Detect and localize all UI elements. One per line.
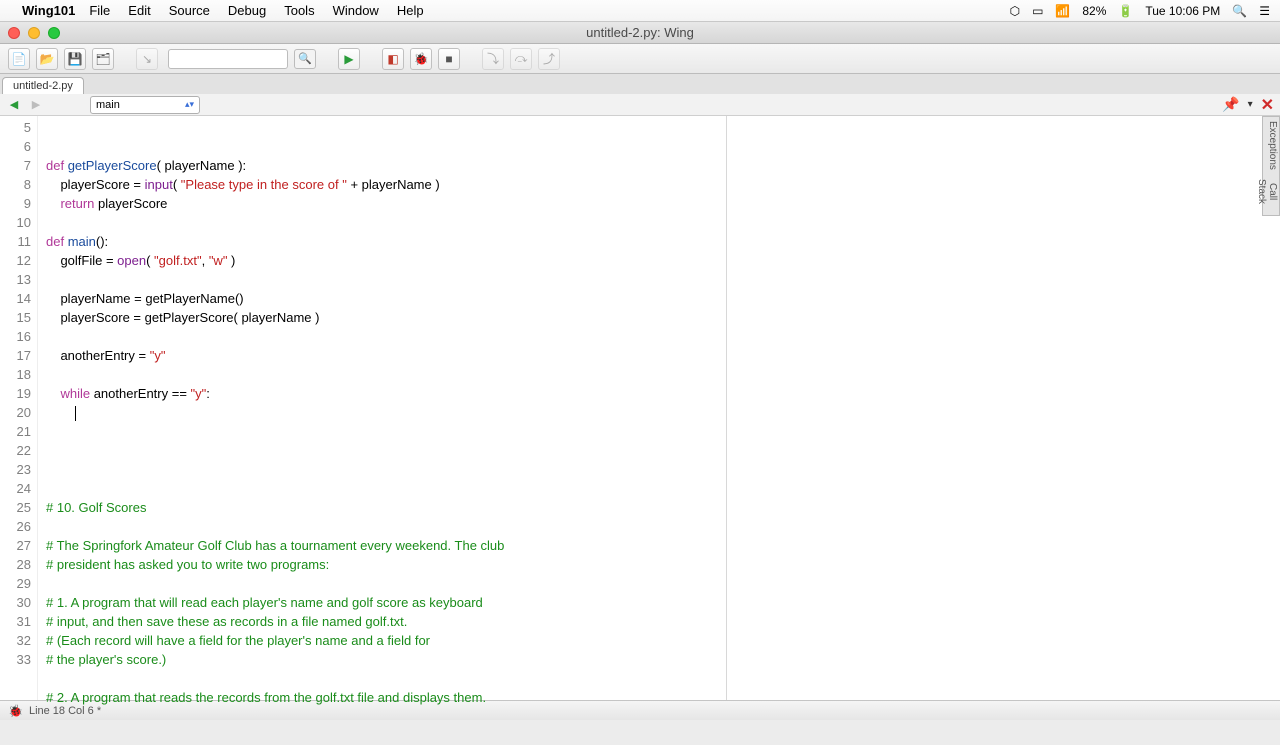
save-all-button[interactable]: 🗂 xyxy=(92,48,114,70)
toolbar: 📄 📂 💾 🗂 ↘ 🔍 ▶ ◧ 🐞 ■ ⤵ ⤼ ⤴ xyxy=(0,44,1280,74)
stop-button[interactable]: ■ xyxy=(438,48,460,70)
debug-stop-button[interactable]: ◧ xyxy=(382,48,404,70)
search-button[interactable]: 🔍 xyxy=(294,49,316,69)
battery-label: 82% xyxy=(1082,4,1106,18)
code-line[interactable] xyxy=(46,669,1280,688)
battery-icon[interactable]: 🔋 xyxy=(1118,4,1133,18)
code-line[interactable]: playerName = getPlayerName() xyxy=(46,289,1280,308)
code-line[interactable]: # (Each record will have a field for the… xyxy=(46,631,1280,650)
code-line[interactable]: # the player's score.) xyxy=(46,650,1280,669)
open-file-button[interactable]: 📂 xyxy=(36,48,58,70)
pin-icon[interactable]: 📌 xyxy=(1222,96,1239,113)
code-line[interactable]: # input, and then save these as records … xyxy=(46,612,1280,631)
line-gutter: 5678910111213141516171819202122232425262… xyxy=(0,116,38,700)
nav-row: ◀ ▶ main ▴▾ 📌 ▾ ✕ xyxy=(0,94,1280,116)
scope-label: main xyxy=(96,99,120,111)
code-line[interactable]: # The Springfork Amateur Golf Club has a… xyxy=(46,536,1280,555)
code-line[interactable]: # 2. A program that reads the records fr… xyxy=(46,688,1280,707)
code-line[interactable]: # president has asked you to write two p… xyxy=(46,555,1280,574)
code-line[interactable] xyxy=(46,403,1280,422)
step-over-button[interactable]: ⤼ xyxy=(510,48,532,70)
nav-back-button[interactable]: ◀ xyxy=(6,97,22,113)
code-line[interactable] xyxy=(46,365,1280,384)
code-line[interactable] xyxy=(46,270,1280,289)
code-line[interactable]: playerScore = input( "Please type in the… xyxy=(46,175,1280,194)
code-line[interactable]: def getPlayerScore( playerName ): xyxy=(46,156,1280,175)
step-into-button[interactable]: ⤵ xyxy=(482,48,504,70)
code-line[interactable] xyxy=(46,441,1280,460)
new-file-button[interactable]: 📄 xyxy=(8,48,30,70)
menu-file[interactable]: File xyxy=(89,3,110,18)
code-line[interactable]: # 1. A program that will read each playe… xyxy=(46,593,1280,612)
side-panel-tabs: Exceptions Call Stack xyxy=(1262,116,1280,216)
menu-icon[interactable]: ☰ xyxy=(1259,4,1270,18)
scope-selector[interactable]: main ▴▾ xyxy=(90,96,200,114)
goto-def-button[interactable]: ↘ xyxy=(136,48,158,70)
wifi-icon[interactable]: 📶 xyxy=(1055,4,1070,18)
menu-tools[interactable]: Tools xyxy=(284,3,314,18)
chevron-updown-icon: ▴▾ xyxy=(185,99,194,110)
code-line[interactable] xyxy=(46,574,1280,593)
code-line[interactable]: playerScore = getPlayerScore( playerName… xyxy=(46,308,1280,327)
macos-menubar: Wing101 File Edit Source Debug Tools Win… xyxy=(0,0,1280,22)
spotlight-icon[interactable]: 🔍 xyxy=(1232,4,1247,18)
code-area[interactable]: def getPlayerScore( playerName ): player… xyxy=(38,116,1280,700)
code-line[interactable]: golfFile = open( "golf.txt", "w" ) xyxy=(46,251,1280,270)
bug-icon[interactable]: 🐞 xyxy=(8,704,23,718)
file-tab[interactable]: untitled-2.py xyxy=(2,77,84,94)
editor-splitter[interactable] xyxy=(726,116,727,700)
code-line[interactable]: def main(): xyxy=(46,232,1280,251)
clock[interactable]: Tue 10:06 PM xyxy=(1145,4,1220,18)
code-line[interactable] xyxy=(46,517,1280,536)
code-line[interactable] xyxy=(46,479,1280,498)
debug-button[interactable]: 🐞 xyxy=(410,48,432,70)
callstack-tab[interactable]: Call Stack xyxy=(1264,172,1278,211)
code-line[interactable] xyxy=(46,422,1280,441)
search-input[interactable] xyxy=(168,49,288,69)
close-editor-button[interactable]: ✕ xyxy=(1261,95,1274,115)
screen-icon[interactable]: ▭ xyxy=(1032,4,1043,18)
step-out-button[interactable]: ⤴ xyxy=(538,48,560,70)
options-dropdown-icon[interactable]: ▾ xyxy=(1248,99,1253,110)
code-line[interactable] xyxy=(46,213,1280,232)
nav-forward-button[interactable]: ▶ xyxy=(28,97,44,113)
window-title: untitled-2.py: Wing xyxy=(586,25,694,40)
code-line[interactable]: return playerScore xyxy=(46,194,1280,213)
zoom-window-button[interactable] xyxy=(48,27,60,39)
menu-edit[interactable]: Edit xyxy=(128,3,150,18)
menu-help[interactable]: Help xyxy=(397,3,424,18)
file-tabs: untitled-2.py xyxy=(0,74,1280,94)
menu-source[interactable]: Source xyxy=(169,3,210,18)
exceptions-tab[interactable]: Exceptions xyxy=(1264,121,1278,170)
traffic-lights xyxy=(8,27,60,39)
run-button[interactable]: ▶ xyxy=(338,48,360,70)
editor[interactable]: 5678910111213141516171819202122232425262… xyxy=(0,116,1280,700)
app-name[interactable]: Wing101 xyxy=(22,3,75,18)
code-line[interactable]: anotherEntry = "y" xyxy=(46,346,1280,365)
dropbox-icon[interactable]: ⬡ xyxy=(1010,4,1020,18)
code-line[interactable] xyxy=(46,460,1280,479)
minimize-window-button[interactable] xyxy=(28,27,40,39)
code-line[interactable]: while anotherEntry == "y": xyxy=(46,384,1280,403)
close-window-button[interactable] xyxy=(8,27,20,39)
menu-window[interactable]: Window xyxy=(333,3,379,18)
code-line[interactable] xyxy=(46,327,1280,346)
code-line[interactable]: # 10. Golf Scores xyxy=(46,498,1280,517)
window-titlebar: untitled-2.py: Wing xyxy=(0,22,1280,44)
save-file-button[interactable]: 💾 xyxy=(64,48,86,70)
menu-debug[interactable]: Debug xyxy=(228,3,266,18)
